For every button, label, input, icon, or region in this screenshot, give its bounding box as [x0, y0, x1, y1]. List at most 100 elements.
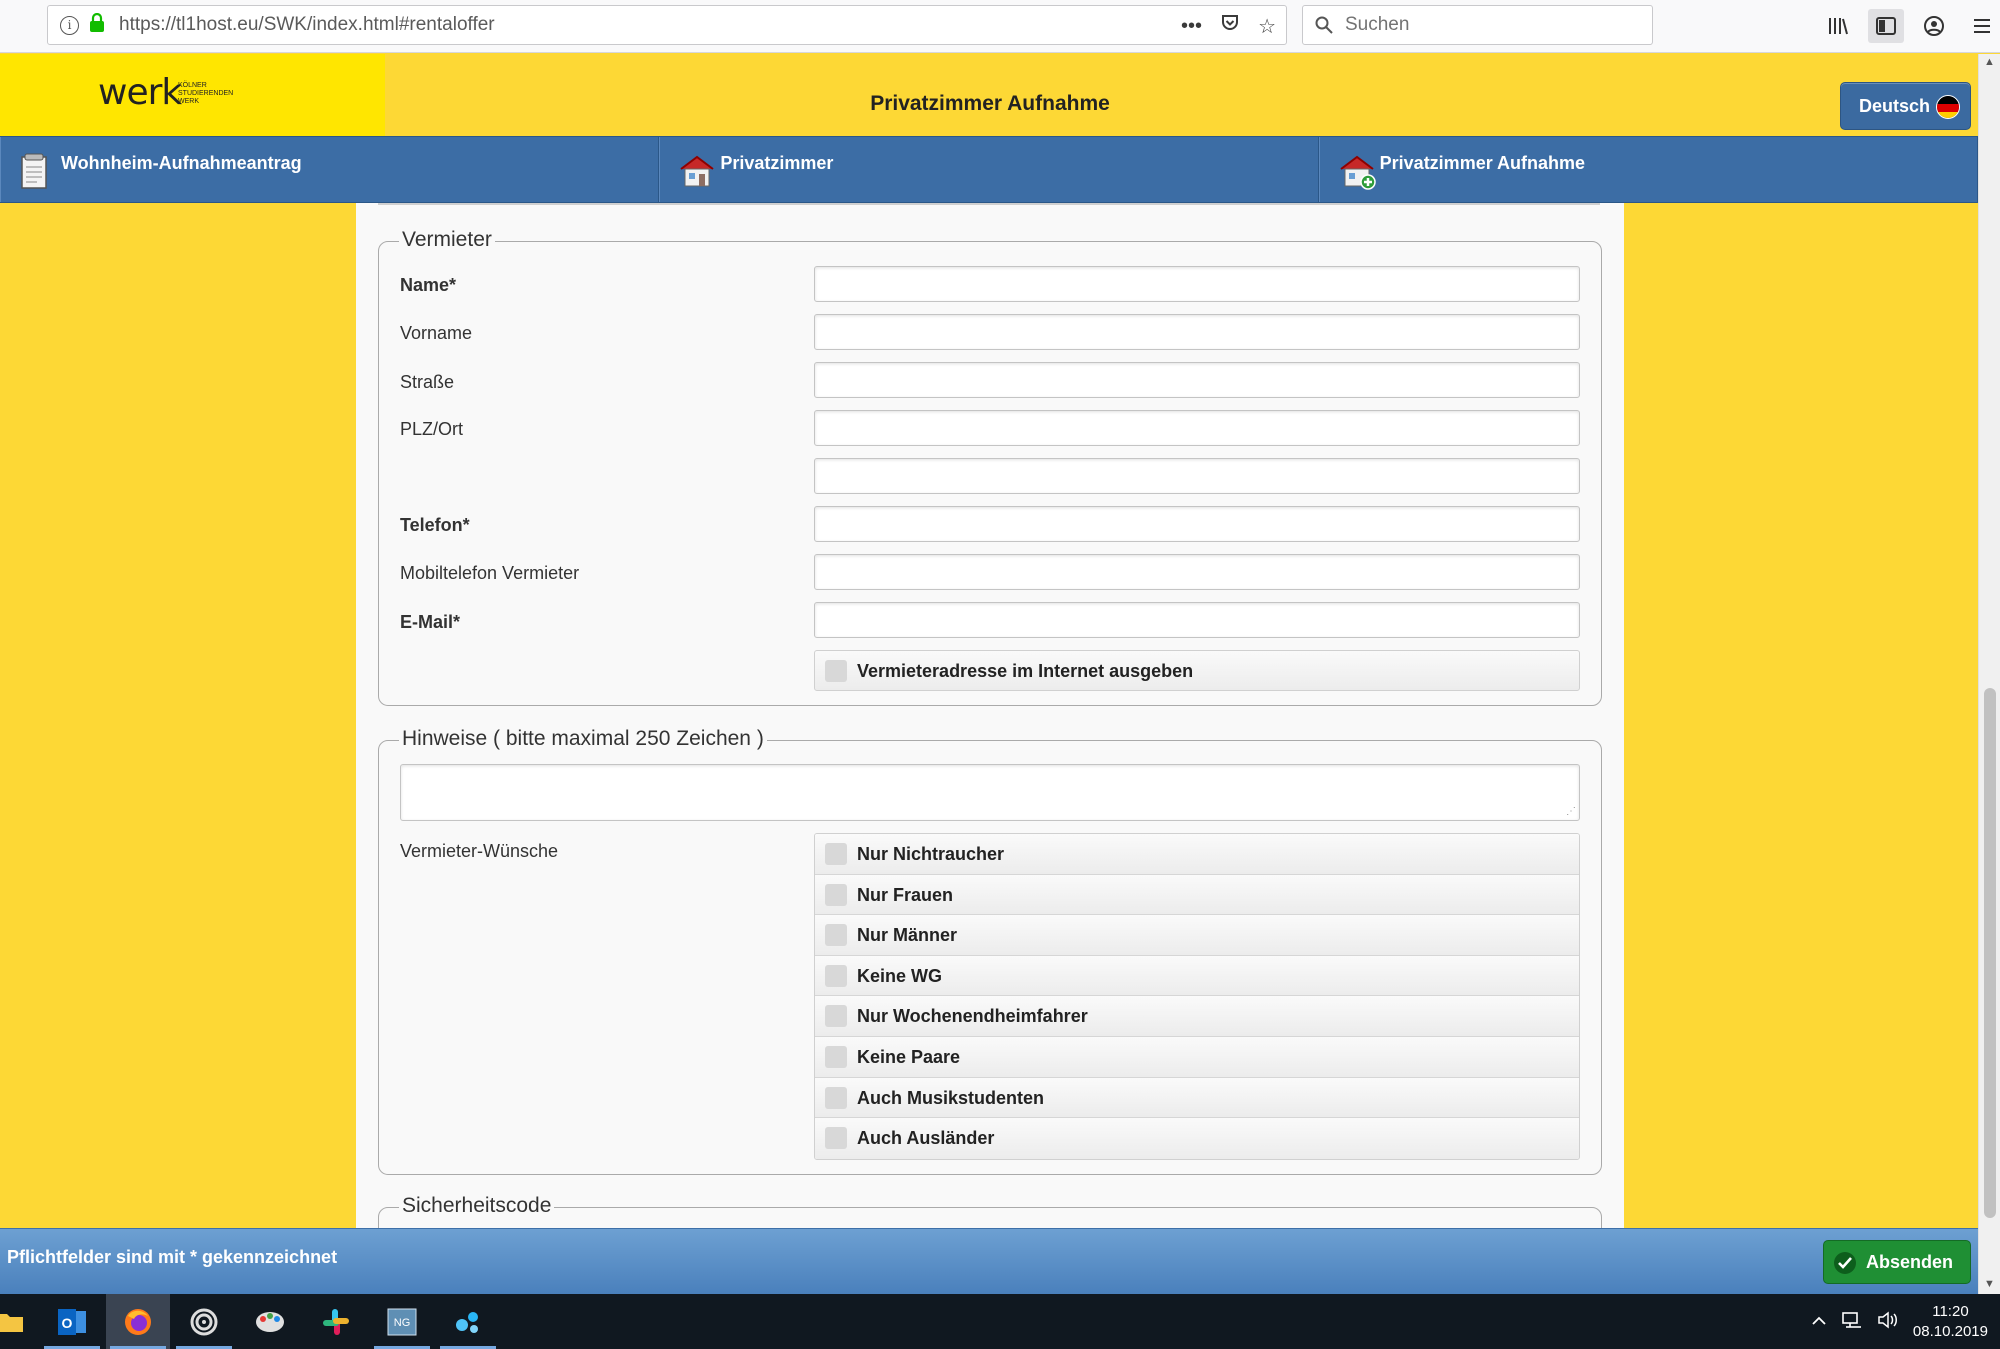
lock-icon[interactable] — [89, 12, 105, 38]
nav-label: Privatzimmer — [720, 153, 834, 173]
german-flag-icon — [1936, 95, 1960, 119]
checkbox-label: Nur Nichtraucher — [857, 844, 1005, 864]
firefox-icon[interactable] — [106, 1294, 170, 1349]
more-actions-icon[interactable]: ••• — [1181, 15, 1202, 38]
scroll-down-icon[interactable]: ▼ — [1984, 1278, 1995, 1290]
taskbar: O NG 11:20 08.10.2019 — [0, 1294, 2000, 1349]
name-field[interactable] — [814, 266, 1580, 302]
checkbox-label: Vermieteradresse im Internet ausgeben — [857, 661, 1194, 681]
search-placeholder: Suchen — [1345, 14, 1410, 35]
checkbox[interactable] — [825, 924, 847, 947]
checkbox-label: Nur Männer — [857, 925, 958, 946]
spiral-app-icon[interactable] — [172, 1294, 236, 1349]
email-label: E-Mail* — [400, 612, 461, 632]
zip-field[interactable] — [814, 410, 1580, 446]
document-icon — [19, 153, 51, 189]
landlord-legend: Vermieter — [399, 228, 495, 252]
info-icon[interactable]: i — [60, 15, 79, 35]
wish-auch-musikstudenten[interactable]: Auch Musikstudenten — [815, 1077, 1579, 1119]
scroll-up-icon[interactable]: ▲ — [1984, 56, 1995, 68]
checkbox-label: Auch Musikstudenten — [857, 1087, 1045, 1108]
phone-field[interactable] — [814, 506, 1580, 542]
checkbox[interactable] — [825, 1086, 847, 1109]
checkbox[interactable] — [825, 1127, 847, 1150]
language-label: Deutsch — [1859, 95, 1931, 116]
paint-app-icon[interactable] — [238, 1294, 302, 1349]
required-fields-note: Pflichtfelder sind mit * gekennzeichnet — [7, 1247, 338, 1267]
landlord-fieldset: Vermieter Name* Vorname Straße PLZ/Ort T… — [378, 228, 1602, 706]
notes-textarea[interactable]: ⋰ — [400, 764, 1580, 821]
nav-item-privatzimmer-aufnahme[interactable]: Privatzimmer Aufnahme — [1318, 137, 1978, 202]
wish-nur-wochenendheimfahrer[interactable]: Nur Wochenendheimfahrer — [815, 996, 1579, 1037]
house-icon — [678, 153, 714, 189]
checkbox[interactable] — [825, 660, 847, 682]
network-app-icon[interactable] — [436, 1294, 500, 1349]
clock-time: 11:20 — [1932, 1303, 1969, 1320]
nav-label: Privatzimmer Aufnahme — [1379, 153, 1586, 173]
pocket-icon[interactable] — [1220, 13, 1240, 39]
checkbox-label: Nur Frauen — [857, 884, 954, 905]
security-legend: Sicherheitscode — [399, 1194, 555, 1218]
firstname-field[interactable] — [814, 314, 1580, 350]
checkbox-label: Auch Ausländer — [857, 1128, 995, 1149]
checkbox[interactable] — [825, 883, 847, 906]
checkbox[interactable] — [825, 1045, 847, 1068]
slack-icon[interactable] — [304, 1294, 368, 1349]
wish-nur-frauen[interactable]: Nur Frauen — [815, 874, 1579, 916]
sidebar-icon[interactable] — [1868, 9, 1904, 43]
street-field[interactable] — [814, 362, 1580, 398]
url-text[interactable]: https://tl1host.eu/SWK/index.html#rental… — [119, 14, 495, 36]
network-icon[interactable] — [1841, 1310, 1863, 1335]
checkbox[interactable] — [825, 843, 847, 865]
name-label: Name* — [400, 275, 457, 295]
checkbox[interactable] — [825, 964, 847, 987]
notes-fieldset: Hinweise ( bitte maximal 250 Zeichen ) ⋰… — [378, 727, 1602, 1175]
language-button[interactable]: Deutsch — [1840, 82, 1971, 130]
checkmark-icon — [1834, 1252, 1856, 1274]
account-icon[interactable] — [1916, 9, 1952, 43]
bookmark-star-icon[interactable]: ☆ — [1258, 14, 1276, 39]
ng-app-icon[interactable]: NG — [370, 1294, 434, 1349]
nav-item-privatzimmer[interactable]: Privatzimmer — [659, 137, 1319, 202]
security-fieldset: Sicherheitscode — [378, 1194, 1602, 1228]
wish-nur-nichtraucher[interactable]: Nur Nichtraucher — [815, 834, 1579, 875]
mobile-field[interactable] — [814, 554, 1580, 590]
file-explorer-icon[interactable] — [0, 1294, 42, 1349]
url-bar[interactable]: i https://tl1host.eu/SWK/index.html#rent… — [47, 5, 1287, 45]
submit-button[interactable]: Absenden — [1823, 1240, 1971, 1284]
outlook-icon[interactable]: O — [40, 1294, 104, 1349]
logo[interactable]: werk — [98, 72, 182, 113]
main-navigation: Wohnheim-Aufnahmeantrag Privatzimmer Pri… — [0, 136, 1978, 203]
email-field[interactable] — [814, 602, 1580, 638]
phone-label: Telefon* — [400, 515, 470, 535]
nav-item-wohnheim-aufnahmeantrag[interactable]: Wohnheim-Aufnahmeantrag — [0, 137, 660, 202]
wish-keine-paare[interactable]: Keine Paare — [815, 1036, 1579, 1078]
search-bar[interactable]: Suchen — [1302, 5, 1653, 45]
city-field[interactable] — [814, 458, 1580, 494]
chevron-up-icon[interactable] — [1811, 1313, 1827, 1331]
wish-nur-maenner[interactable]: Nur Männer — [815, 915, 1579, 956]
browser-toolbar: i https://tl1host.eu/SWK/index.html#rent… — [0, 0, 2000, 53]
svg-text:O: O — [62, 1315, 73, 1331]
divider — [378, 203, 1600, 205]
search-icon — [1315, 16, 1333, 34]
page-scrollbar[interactable]: ▲ ▼ — [1978, 54, 2000, 1294]
form-content: Vermieter Name* Vorname Straße PLZ/Ort T… — [356, 203, 1624, 1228]
menu-icon[interactable] — [1964, 9, 2000, 43]
clock-date: 08.10.2019 — [1912, 1323, 1988, 1340]
library-icon[interactable] — [1820, 9, 1856, 43]
wish-auch-auslaender[interactable]: Auch Ausländer — [815, 1118, 1579, 1159]
nav-label: Wohnheim-Aufnahmeantrag — [61, 153, 302, 173]
checkbox[interactable] — [825, 1005, 847, 1028]
checkbox-label: Keine Paare — [857, 1046, 961, 1067]
zip-city-label: PLZ/Ort — [400, 419, 464, 439]
house-add-icon — [1338, 153, 1376, 190]
wishes-label: Vermieter-Wünsche — [400, 841, 559, 861]
wish-keine-wg[interactable]: Keine WG — [815, 955, 1579, 997]
publish-address-checkbox[interactable]: Vermieteradresse im Internet ausgeben — [814, 650, 1580, 691]
scrollbar-thumb[interactable] — [1984, 688, 1996, 1218]
resize-grip-icon[interactable]: ⋰ — [1566, 806, 1576, 817]
page-title: Privatzimmer Aufnahme — [870, 92, 1110, 115]
volume-icon[interactable] — [1877, 1310, 1899, 1335]
clock[interactable]: 11:20 08.10.2019 — [1913, 1302, 1988, 1342]
